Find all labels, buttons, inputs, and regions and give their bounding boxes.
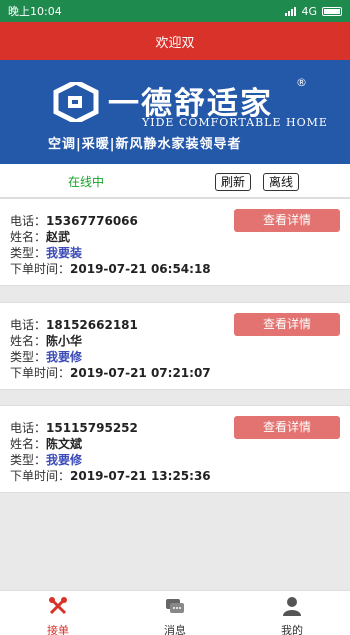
bottom-tab-bar: 接单 消息 我的 <box>0 590 350 635</box>
order-name-row: 姓名：赵武 <box>10 228 70 245</box>
name-label: 姓名： <box>10 437 47 451</box>
order-time-label: 下单时间： <box>10 262 71 276</box>
page-title-bar: 欢迎双 <box>0 22 350 60</box>
refresh-button[interactable]: 刷新 <box>215 173 252 191</box>
order-phone: 15367776066 <box>46 214 138 228</box>
order-name-row: 姓名：陈小华 <box>10 332 82 349</box>
order-name: 赵武 <box>46 230 71 244</box>
order-type: 我要修 <box>46 453 83 467</box>
order-type-row: 类型：我要修 <box>10 451 82 468</box>
order-type-row: 类型：我要修 <box>10 348 82 365</box>
tab-messages[interactable]: 消息 <box>117 591 233 635</box>
offline-button[interactable]: 离线 <box>263 173 300 191</box>
phone-label: 电话： <box>10 214 47 228</box>
order-time: 2019-07-21 06:54:18 <box>70 262 211 276</box>
order-phone: 15115795252 <box>46 421 138 435</box>
tab-orders[interactable]: 接单 <box>0 591 116 635</box>
order-phone-row: 电话：15115795252 <box>10 419 138 436</box>
order-phone-row: 电话：15367776066 <box>10 212 138 229</box>
order-type: 我要修 <box>46 350 83 364</box>
brand-name-en: YIDE COMFORTABLE HOME <box>142 116 328 129</box>
status-toolbar: 在线中 刷新 离线 <box>0 164 350 198</box>
status-bar: 晚上10:04 4G <box>0 0 350 22</box>
tab-label: 我的 <box>281 624 303 635</box>
signal-icon <box>285 6 297 16</box>
brand-slogan: 空调|采暖|新风静水家装领导者 <box>48 137 242 152</box>
order-card: 电话：15367776066 姓名：赵武 类型：我要装 下单时间：2019-07… <box>0 198 350 286</box>
phone-label: 电话： <box>10 421 47 435</box>
order-time-label: 下单时间： <box>10 366 71 380</box>
view-details-button[interactable]: 查看详情 <box>234 416 340 439</box>
status-time: 晚上10:04 <box>8 5 62 18</box>
user-icon <box>283 597 301 616</box>
page-title: 欢迎双 <box>155 35 195 51</box>
order-card: 电话：18152662181 姓名：陈小华 类型：我要修 下单时间：2019-0… <box>0 302 350 390</box>
order-time-row: 下单时间：2019-07-21 06:54:18 <box>10 260 211 277</box>
order-type-row: 类型：我要装 <box>10 244 82 261</box>
battery-icon <box>322 6 342 16</box>
network-type: 4G <box>301 4 317 18</box>
brand-banner: 一德舒适家 ® YIDE COMFORTABLE HOME 空调|采暖|新风静水… <box>0 60 350 164</box>
order-card: 电话：15115795252 姓名：陈文斌 类型：我要修 下单时间：2019-0… <box>0 405 350 493</box>
tab-profile[interactable]: 我的 <box>234 591 350 635</box>
brand-logo-icon <box>53 82 99 122</box>
order-time-row: 下单时间：2019-07-21 07:21:07 <box>10 364 211 381</box>
online-status: 在线中 <box>68 175 105 189</box>
phone-label: 电话： <box>10 318 47 332</box>
order-time: 2019-07-21 13:25:36 <box>70 469 211 483</box>
order-time-label: 下单时间： <box>10 469 71 483</box>
order-name: 陈文斌 <box>46 437 83 451</box>
name-label: 姓名： <box>10 230 47 244</box>
order-time-row: 下单时间：2019-07-21 13:25:36 <box>10 467 211 484</box>
order-time: 2019-07-21 07:21:07 <box>70 366 211 380</box>
order-name-row: 姓名：陈文斌 <box>10 435 82 452</box>
name-label: 姓名： <box>10 334 47 348</box>
type-label: 类型： <box>10 246 47 260</box>
tools-icon <box>49 597 67 615</box>
registered-mark: ® <box>296 76 307 89</box>
view-details-button[interactable]: 查看详情 <box>234 313 340 336</box>
type-label: 类型： <box>10 453 47 467</box>
order-phone-row: 电话：18152662181 <box>10 316 138 333</box>
tab-label: 接单 <box>47 624 69 635</box>
type-label: 类型： <box>10 350 47 364</box>
status-icons: 4G <box>285 5 342 18</box>
order-phone: 18152662181 <box>46 318 138 332</box>
view-details-button[interactable]: 查看详情 <box>234 209 340 232</box>
tab-label: 消息 <box>164 624 186 635</box>
order-name: 陈小华 <box>46 334 83 348</box>
order-type: 我要装 <box>46 246 83 260</box>
message-icon <box>166 599 184 613</box>
